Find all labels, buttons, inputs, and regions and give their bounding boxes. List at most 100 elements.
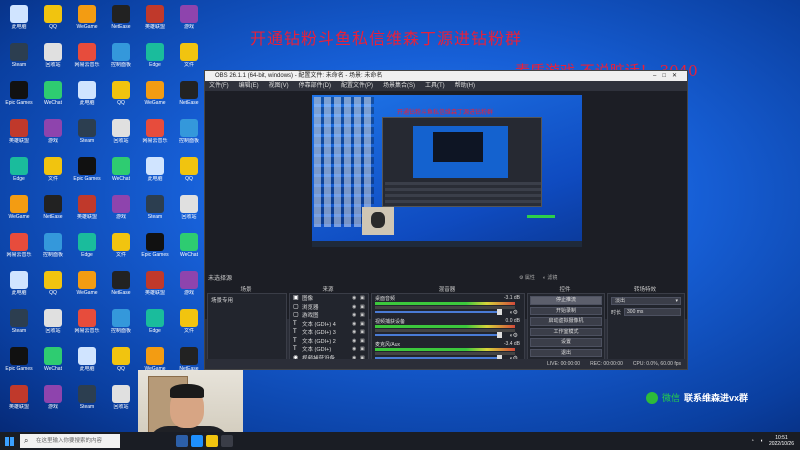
- menu-item[interactable]: 停靠部件(D): [299, 81, 331, 91]
- file-explorer-icon[interactable]: [206, 435, 218, 447]
- desktop-icon[interactable]: 网易云音乐: [70, 40, 104, 80]
- menu-item[interactable]: 配置文件(P): [341, 81, 373, 91]
- desktop-icon[interactable]: WeChat: [104, 154, 138, 194]
- desktop-icon[interactable]: 此电脑: [2, 2, 36, 42]
- maximize-icon[interactable]: □: [662, 73, 672, 79]
- desktop-icon[interactable]: 网易云音乐: [70, 306, 104, 346]
- desktop-icon[interactable]: 文件: [104, 230, 138, 270]
- source-item[interactable]: ▣ 图像 ◉ ▣: [290, 294, 368, 303]
- volume-slider[interactable]: [375, 334, 501, 336]
- desktop-icon[interactable]: 此电脑: [70, 344, 104, 384]
- control-button[interactable]: 设置: [530, 338, 602, 347]
- control-button[interactable]: 停止推流: [530, 296, 602, 305]
- lock-icon[interactable]: ▣: [360, 338, 366, 344]
- eye-icon[interactable]: ◉: [352, 346, 358, 352]
- desktop-icon[interactable]: 此电脑: [2, 268, 36, 308]
- desktop-icon[interactable]: Epic Games: [138, 230, 172, 270]
- task-view-icon[interactable]: [176, 435, 188, 447]
- control-button[interactable]: 工作室模式: [530, 327, 602, 336]
- eye-icon[interactable]: ◉: [352, 312, 358, 318]
- menu-item[interactable]: 场景集合(S): [383, 81, 415, 91]
- desktop-icon[interactable]: WeGame: [2, 192, 36, 232]
- desktop-icon[interactable]: Steam: [70, 382, 104, 422]
- lock-icon[interactable]: ▣: [360, 346, 366, 352]
- desktop-icon[interactable]: 英雄联盟: [70, 192, 104, 232]
- start-button[interactable]: [0, 432, 18, 450]
- desktop-icon[interactable]: 英雄联盟: [138, 2, 172, 42]
- obs-preview-area[interactable]: 开通钻粉斗鱼私信维森丁源进钻粉群 未选择源 ⚙ 属性 ◐ 滤镜 场景 来源 混音…: [205, 91, 687, 369]
- network-icon[interactable]: ◔: [751, 438, 754, 444]
- scene-item[interactable]: 场景专用: [208, 294, 286, 306]
- transition-type-select[interactable]: 淡出 ▾: [611, 297, 681, 305]
- desktop-icon[interactable]: WeGame: [70, 2, 104, 42]
- desktop-icon[interactable]: NetEase: [172, 78, 206, 118]
- desktop-icon[interactable]: Steam: [138, 192, 172, 232]
- desktop-icon[interactable]: 控制面板: [36, 230, 70, 270]
- desktop-icon[interactable]: 回收站: [36, 306, 70, 346]
- volume-slider-handle[interactable]: [497, 332, 502, 338]
- desktop-icon[interactable]: 此电脑: [138, 154, 172, 194]
- obs-preview-canvas[interactable]: 开通钻粉斗鱼私信维森丁源进钻粉群: [312, 95, 582, 247]
- menu-item[interactable]: 文件(F): [209, 81, 229, 91]
- desktop-icon[interactable]: 回收站: [36, 40, 70, 80]
- desktop-icon[interactable]: 网易云音乐: [138, 116, 172, 156]
- control-button[interactable]: 开始录制: [530, 306, 602, 315]
- desktop-icon[interactable]: Epic Games: [70, 154, 104, 194]
- lock-icon[interactable]: ▣: [360, 312, 366, 318]
- eye-icon[interactable]: ◉: [352, 295, 358, 301]
- control-button[interactable]: 启动虚拟摄像机: [530, 317, 602, 326]
- edge-icon[interactable]: [191, 435, 203, 447]
- desktop-icon[interactable]: WeChat: [172, 230, 206, 270]
- desktop-icon[interactable]: Edge: [138, 40, 172, 80]
- lock-icon[interactable]: ▣: [360, 321, 366, 327]
- desktop-icon[interactable]: NetEase: [104, 268, 138, 308]
- volume-slider[interactable]: [375, 311, 501, 313]
- desktop-icon[interactable]: QQ: [172, 154, 206, 194]
- speaker-icon[interactable]: ◖⚙: [509, 332, 518, 339]
- desktop-icon[interactable]: 回收站: [172, 192, 206, 232]
- control-button[interactable]: 退出: [530, 348, 602, 357]
- desktop-icon[interactable]: 游戏: [104, 192, 138, 232]
- volume-slider-handle[interactable]: [497, 309, 502, 315]
- duration-input[interactable]: 300 ms: [624, 308, 681, 316]
- speaker-icon[interactable]: ◖⚙: [509, 309, 518, 316]
- source-item[interactable]: T 文本 (GDI+) ◉ ▣: [290, 345, 368, 354]
- obs-taskbar-icon[interactable]: [221, 435, 233, 447]
- desktop-icon[interactable]: QQ: [36, 268, 70, 308]
- desktop-icon[interactable]: 英雄联盟: [2, 382, 36, 422]
- desktop-icon[interactable]: Edge: [2, 154, 36, 194]
- minimize-icon[interactable]: –: [653, 73, 662, 79]
- obs-titlebar[interactable]: OBS 26.1.1 (64-bit, windows) - 配置文件: 未命名…: [205, 71, 687, 81]
- window-controls[interactable]: –□✕: [653, 71, 683, 81]
- desktop-icon[interactable]: 网易云音乐: [2, 230, 36, 270]
- desktop-icon[interactable]: QQ: [104, 344, 138, 384]
- desktop-icon[interactable]: 控制面板: [172, 116, 206, 156]
- menu-item[interactable]: 编辑(E): [239, 81, 259, 91]
- desktop-icon[interactable]: WeGame: [70, 268, 104, 308]
- desktop-icon[interactable]: 文件: [172, 40, 206, 80]
- close-icon[interactable]: ✕: [672, 73, 683, 79]
- desktop-icon[interactable]: Steam: [2, 306, 36, 346]
- desktop-icon[interactable]: Edge: [70, 230, 104, 270]
- obs-window[interactable]: OBS 26.1.1 (64-bit, windows) - 配置文件: 未命名…: [204, 70, 688, 370]
- desktop-icon[interactable]: WeChat: [36, 78, 70, 118]
- desktop-icon[interactable]: 游戏: [172, 2, 206, 42]
- desktop-icon[interactable]: Epic Games: [2, 78, 36, 118]
- desktop-icon[interactable]: QQ: [36, 2, 70, 42]
- desktop-icon[interactable]: QQ: [104, 78, 138, 118]
- desktop-icon[interactable]: 游戏: [36, 116, 70, 156]
- lock-icon[interactable]: ▣: [360, 329, 366, 335]
- source-item[interactable]: T 文本 (GDI+) 3 ◉ ▣: [290, 328, 368, 337]
- eye-icon[interactable]: ◉: [352, 338, 358, 344]
- properties-button[interactable]: ⚙ 属性: [519, 274, 535, 281]
- menu-item[interactable]: 工具(T): [425, 81, 445, 91]
- desktop-icon[interactable]: 控制面板: [104, 40, 138, 80]
- desktop-icon[interactable]: 文件: [36, 154, 70, 194]
- volume-icon[interactable]: ◖: [760, 438, 763, 444]
- desktop-icon[interactable]: 回收站: [104, 116, 138, 156]
- source-item[interactable]: T 文本 (GDI+) 2 ◉ ▣: [290, 337, 368, 346]
- desktop-icon[interactable]: Steam: [2, 40, 36, 80]
- desktop-icon[interactable]: 游戏: [36, 382, 70, 422]
- desktop-icon[interactable]: NetEase: [104, 2, 138, 42]
- desktop-icon[interactable]: 控制面板: [104, 306, 138, 346]
